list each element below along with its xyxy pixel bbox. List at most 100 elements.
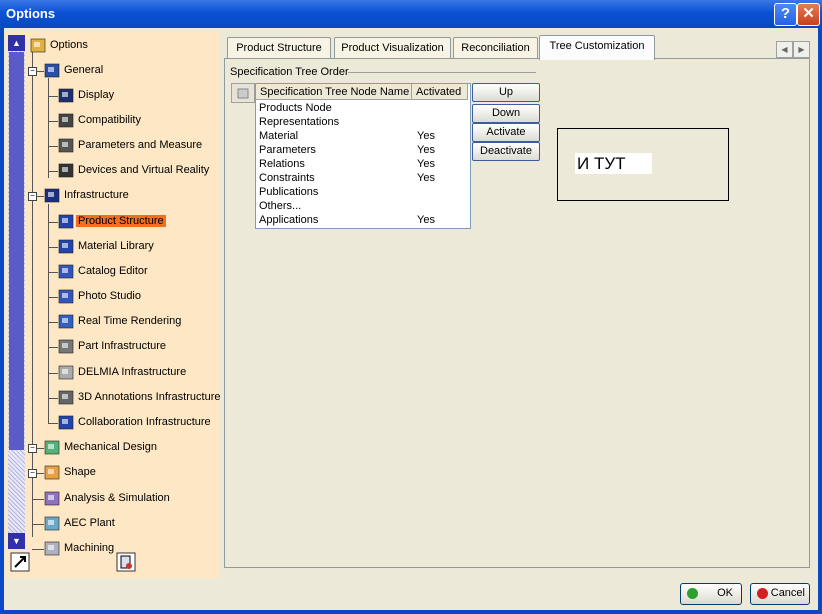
table-row[interactable]: Relations Yes <box>259 158 467 172</box>
table-row[interactable]: Constraints Yes <box>259 172 467 186</box>
tab-reconciliation[interactable]: Reconciliation <box>453 37 538 59</box>
row-node-name: Publications <box>259 186 319 198</box>
tree-connector-line <box>48 171 58 172</box>
title-bar: Options ? ✕ <box>0 0 822 28</box>
delmia-icon <box>58 364 75 381</box>
row-node-name: Products Node <box>259 102 332 114</box>
tree-connector-line <box>48 146 58 147</box>
window-frame-bottom <box>0 610 822 614</box>
up-button[interactable]: Up <box>472 83 540 102</box>
table-row[interactable]: Material Yes <box>259 130 467 144</box>
row-node-name: Relations <box>259 158 305 170</box>
group-divider <box>348 72 536 73</box>
tree-item-label: DELMIA Infrastructure <box>78 366 187 378</box>
analysis-icon <box>44 490 61 507</box>
table-row[interactable]: Others... <box>259 200 467 214</box>
tree-expander-icon[interactable]: − <box>28 67 37 76</box>
tree-item-label: Product Structure <box>76 215 166 227</box>
tree-connector-line <box>48 204 49 424</box>
deactivate-button[interactable]: Deactivate <box>472 142 540 161</box>
tree-connector-line <box>48 423 58 424</box>
tree-connector-line <box>32 549 44 550</box>
photo-studio-icon <box>58 288 75 305</box>
tab-scroll-right-icon[interactable]: ▶ <box>793 41 810 58</box>
window-title: Options <box>6 6 56 21</box>
tree-item-label: Catalog Editor <box>78 265 148 277</box>
ok-icon <box>687 588 698 599</box>
scroll-down-arrow-icon[interactable]: ▼ <box>8 533 25 549</box>
help-button[interactable]: ? <box>774 3 797 26</box>
rendering-icon <box>58 313 75 330</box>
tree-connector-line <box>32 45 33 537</box>
tree-item-label: Material Library <box>78 240 154 252</box>
cancel-button-label: Cancel <box>770 587 805 599</box>
table-row[interactable]: Products Node <box>259 102 467 116</box>
down-button[interactable]: Down <box>472 104 540 123</box>
tree-item-label: Analysis & Simulation <box>64 492 170 504</box>
row-node-name: Others... <box>259 200 302 212</box>
tab-tree-customization[interactable]: Tree Customization <box>539 35 655 60</box>
table-corner-icon[interactable] <box>231 83 255 103</box>
aec-plant-icon <box>44 515 61 532</box>
tree-item-label: Options <box>50 39 88 51</box>
row-node-name: Applications <box>259 214 319 226</box>
tree-settings-icon[interactable] <box>116 552 136 574</box>
machining-icon <box>44 540 61 557</box>
window-frame-right <box>818 28 822 614</box>
row-node-name: Constraints <box>259 172 315 184</box>
tree-locate-icon[interactable] <box>10 552 30 574</box>
compatibility-icon <box>58 112 75 129</box>
annotation-text: И ТУТ <box>575 153 652 174</box>
row-node-name: Parameters <box>259 144 316 156</box>
material-library-icon <box>58 238 75 255</box>
row-activated-value: Yes <box>417 158 435 170</box>
row-activated-value: Yes <box>417 172 435 184</box>
tab-product-visualization[interactable]: Product Visualization <box>334 37 451 59</box>
tree-item-label: Collaboration Infrastructure <box>78 416 211 428</box>
annotations-icon <box>58 389 75 406</box>
tree-expander-icon[interactable]: − <box>28 192 37 201</box>
close-button[interactable]: ✕ <box>797 3 820 26</box>
table-row[interactable]: Applications Yes <box>259 214 467 228</box>
table-row[interactable]: Representations <box>259 116 467 130</box>
tree-connector-line <box>32 524 44 525</box>
tree-item-label: Devices and Virtual Reality <box>78 164 210 176</box>
ok-button[interactable]: OK <box>680 583 742 605</box>
tree-item-label: Compatibility <box>78 114 141 126</box>
column-header-name[interactable]: Specification Tree Node Name <box>256 84 412 100</box>
tree-connector-line <box>48 398 58 399</box>
tree-order-table[interactable]: Specification Tree Node Name Activated P… <box>255 83 471 229</box>
tree-connector-line <box>48 322 58 323</box>
tree-item-label: General <box>64 64 104 76</box>
cancel-button[interactable]: Cancel <box>750 583 810 605</box>
tree-connector-line <box>48 247 58 248</box>
ok-button-label: OK <box>717 587 733 599</box>
tree-item-label: Machining <box>64 542 115 554</box>
tree-connector-line <box>48 78 49 178</box>
activate-button[interactable]: Activate <box>472 123 540 142</box>
tree-expander-icon[interactable]: − <box>28 469 37 478</box>
group-label: Specification Tree Order <box>230 66 349 78</box>
tab-scroll-left-icon[interactable]: ◀ <box>776 41 793 58</box>
general-icon <box>44 62 61 79</box>
scroll-up-arrow-icon[interactable]: ▲ <box>8 35 25 51</box>
tree-item-label: Infrastructure <box>64 189 129 201</box>
infrastructure-icon <box>44 187 61 204</box>
tab-product-structure[interactable]: Product Structure <box>227 37 331 59</box>
tree-connector-line <box>48 347 58 348</box>
window-frame-left <box>0 28 4 614</box>
scroll-thumb[interactable] <box>9 52 24 450</box>
shape-icon <box>44 464 61 481</box>
tree-connector-line <box>48 373 58 374</box>
cancel-icon <box>757 588 768 599</box>
tree-connector-line <box>48 121 58 122</box>
column-header-activated[interactable]: Activated <box>412 84 468 100</box>
tree-item-label: Mechanical Design <box>64 441 157 453</box>
table-row[interactable]: Publications <box>259 186 467 200</box>
tree-connector-line <box>48 272 58 273</box>
tree-scrollbar[interactable]: ▲ ▼ <box>8 35 25 549</box>
table-row[interactable]: Parameters Yes <box>259 144 467 158</box>
tree-connector-line <box>48 297 58 298</box>
tree-expander-icon[interactable]: − <box>28 444 37 453</box>
part-infrastructure-icon <box>58 338 75 355</box>
